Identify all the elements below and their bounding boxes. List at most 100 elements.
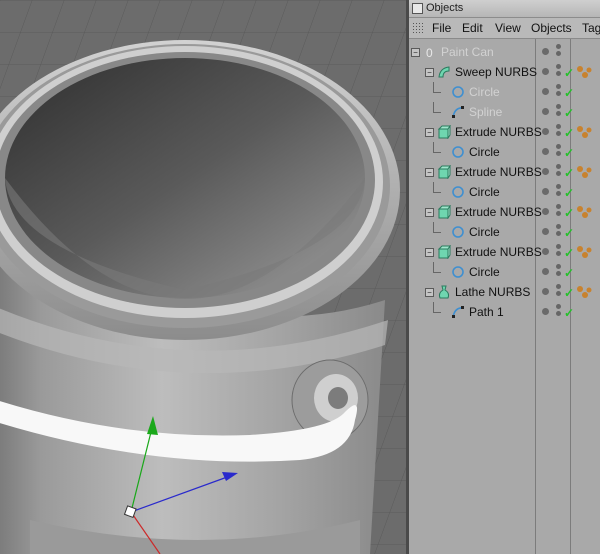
enabled-check-icon[interactable]: ✓ — [564, 203, 574, 223]
visibility-toggle-icon[interactable] — [556, 284, 561, 300]
enabled-check-icon[interactable]: ✓ — [564, 283, 574, 303]
tree-row[interactable]: Circle ✓ — [409, 222, 600, 242]
panel-close-icon[interactable] — [412, 3, 423, 14]
menubar-grip-icon[interactable] — [412, 22, 424, 34]
phong-tag-icon[interactable] — [576, 205, 592, 219]
circle-spline-icon — [451, 185, 465, 199]
enabled-check-icon[interactable]: ✓ — [564, 103, 574, 123]
visibility-toggle-icon[interactable] — [556, 44, 561, 60]
expand-toggle-icon[interactable]: − — [425, 288, 434, 297]
expand-toggle-icon[interactable]: − — [411, 48, 420, 57]
tree-row[interactable]: − Extrude NURBS ✓ — [409, 242, 600, 262]
tree-item-label: Extrude NURBS — [455, 165, 542, 179]
circle-spline-icon — [451, 225, 465, 239]
tree-row[interactable]: Path 1 ✓ — [409, 302, 600, 322]
visibility-toggle-icon[interactable] — [556, 244, 561, 260]
tree-item-label: Sweep NURBS — [455, 65, 538, 79]
tree-row[interactable]: − Extrude NURBS ✓ — [409, 202, 600, 222]
expand-toggle-icon[interactable]: − — [425, 128, 434, 137]
objects-manager: Objects File Edit View Objects Tag −0 Pai… — [409, 0, 600, 554]
extrude-nurbs-icon — [437, 124, 451, 140]
layer-dot-icon[interactable] — [542, 128, 549, 135]
layer-dot-icon[interactable] — [542, 308, 549, 315]
layer-dot-icon[interactable] — [542, 108, 549, 115]
visibility-toggle-icon[interactable] — [556, 184, 561, 200]
3d-viewport[interactable] — [0, 0, 406, 554]
layer-dot-icon[interactable] — [542, 148, 549, 155]
visibility-toggle-icon[interactable] — [556, 64, 561, 80]
spline-icon — [451, 105, 465, 119]
tree-row[interactable]: − Lathe NURBS ✓ — [409, 282, 600, 302]
tree-row[interactable]: − Extrude NURBS ✓ — [409, 122, 600, 142]
menu-edit[interactable]: Edit — [462, 18, 483, 38]
tree-row[interactable]: Circle ✓ — [409, 82, 600, 102]
menu-view[interactable]: View — [495, 18, 521, 38]
layer-dot-icon[interactable] — [542, 288, 549, 295]
layer-dot-icon[interactable] — [542, 48, 549, 55]
circle-spline-icon — [451, 265, 465, 279]
sweep-nurbs-icon — [437, 65, 451, 79]
enabled-check-icon[interactable]: ✓ — [564, 163, 574, 183]
circle-spline-icon — [451, 85, 465, 99]
menu-file[interactable]: File — [432, 18, 451, 38]
panel-title: Objects — [426, 2, 464, 14]
enabled-check-icon[interactable]: ✓ — [564, 303, 574, 323]
null-object-icon: 0 — [423, 45, 437, 60]
visibility-toggle-icon[interactable] — [556, 204, 561, 220]
tree-item-label: Extrude NURBS — [455, 205, 542, 219]
phong-tag-icon[interactable] — [576, 285, 592, 299]
enabled-check-icon[interactable]: ✓ — [564, 223, 574, 243]
layer-dot-icon[interactable] — [542, 68, 549, 75]
enabled-check-icon[interactable]: ✓ — [564, 263, 574, 283]
circle-spline-icon — [451, 145, 465, 159]
layer-dot-icon[interactable] — [542, 228, 549, 235]
tree-item-label: Path 1 — [469, 305, 504, 319]
enabled-check-icon[interactable]: ✓ — [564, 183, 574, 203]
expand-toggle-icon[interactable]: − — [425, 68, 434, 77]
enabled-check-icon[interactable]: ✓ — [564, 63, 574, 83]
expand-toggle-icon[interactable]: − — [425, 248, 434, 257]
menu-tag[interactable]: Tag — [582, 18, 600, 38]
tree-row[interactable]: −0 Paint Can — [409, 42, 600, 62]
expand-toggle-icon[interactable]: − — [425, 168, 434, 177]
layer-dot-icon[interactable] — [542, 248, 549, 255]
tree-item-label: Circle — [469, 265, 500, 279]
layer-dot-icon[interactable] — [542, 168, 549, 175]
viewport-scene — [0, 0, 406, 554]
phong-tag-icon[interactable] — [576, 65, 592, 79]
enabled-check-icon[interactable]: ✓ — [564, 83, 574, 103]
enabled-check-icon[interactable]: ✓ — [564, 243, 574, 263]
visibility-toggle-icon[interactable] — [556, 84, 561, 100]
visibility-toggle-icon[interactable] — [556, 144, 561, 160]
phong-tag-icon[interactable] — [576, 125, 592, 139]
tree-item-label: Lathe NURBS — [455, 285, 531, 299]
svg-text:0: 0 — [426, 46, 433, 59]
tree-item-label: Circle — [469, 225, 500, 239]
enabled-check-icon[interactable]: ✓ — [564, 123, 574, 143]
visibility-toggle-icon[interactable] — [556, 164, 561, 180]
layer-dot-icon[interactable] — [542, 208, 549, 215]
visibility-toggle-icon[interactable] — [556, 264, 561, 280]
extrude-nurbs-icon — [437, 204, 451, 220]
visibility-toggle-icon[interactable] — [556, 224, 561, 240]
phong-tag-icon[interactable] — [576, 165, 592, 179]
layer-dot-icon[interactable] — [542, 188, 549, 195]
layer-dot-icon[interactable] — [542, 88, 549, 95]
menu-objects[interactable]: Objects — [531, 18, 572, 38]
tree-row[interactable]: Circle ✓ — [409, 262, 600, 282]
enabled-check-icon[interactable]: ✓ — [564, 143, 574, 163]
tree-row[interactable]: − Extrude NURBS ✓ — [409, 162, 600, 182]
panel-titlebar: Objects — [409, 0, 600, 18]
phong-tag-icon[interactable] — [576, 245, 592, 259]
tree-row[interactable]: Circle ✓ — [409, 182, 600, 202]
tree-item-label: Paint Can — [441, 45, 494, 59]
visibility-toggle-icon[interactable] — [556, 124, 561, 140]
tree-row[interactable]: − Sweep NURBS ✓ — [409, 62, 600, 82]
visibility-toggle-icon[interactable] — [556, 304, 561, 320]
expand-toggle-icon[interactable]: − — [425, 208, 434, 217]
tree-row[interactable]: Spline ✓ — [409, 102, 600, 122]
layer-dot-icon[interactable] — [542, 268, 549, 275]
tree-row[interactable]: Circle ✓ — [409, 142, 600, 162]
menubar: File Edit View Objects Tag — [409, 18, 600, 39]
visibility-toggle-icon[interactable] — [556, 104, 561, 120]
